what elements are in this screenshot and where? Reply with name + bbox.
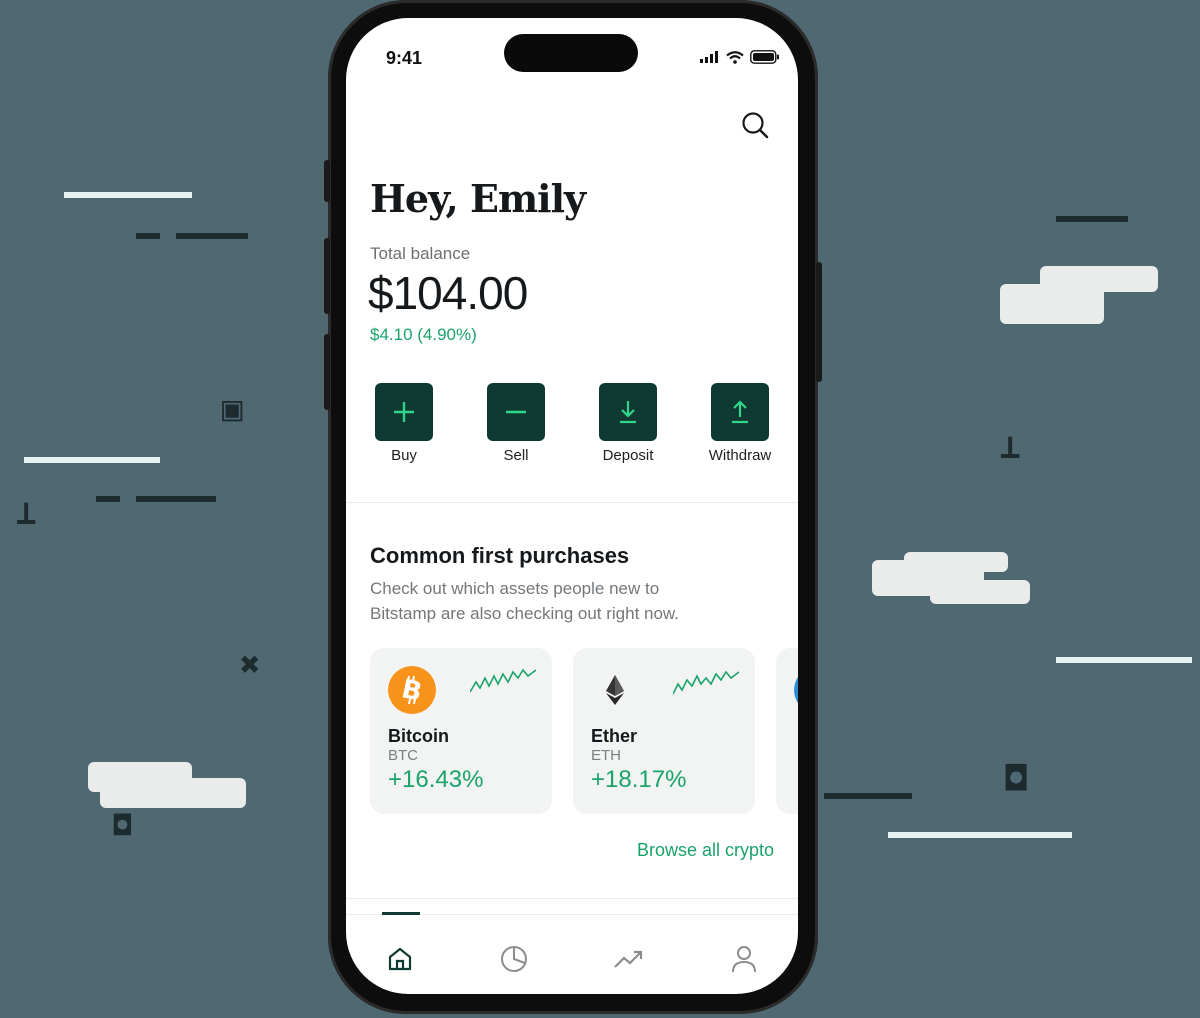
decor-glyph: ⊥ xyxy=(1000,427,1021,467)
balance-label: Total balance xyxy=(370,244,471,263)
power-button xyxy=(816,262,822,382)
asset-name: Bitcoin xyxy=(388,726,449,746)
decor-blob xyxy=(930,580,1030,604)
decor-line xyxy=(24,457,160,463)
minus-icon xyxy=(506,410,526,414)
signal-icon xyxy=(700,51,718,63)
asset-symbol: ETH xyxy=(591,747,621,764)
markets-icon xyxy=(614,950,643,968)
bitcoin-icon: B xyxy=(388,666,436,714)
decor-glyph: ✖ xyxy=(240,645,261,685)
asset-card-bitcoin[interactable]: B Bitcoin BTC +16.43% xyxy=(370,648,552,814)
phone-frame: 9:41 Hey, Emily Total balance $104.00 $4… xyxy=(324,0,822,1014)
ethereum-icon xyxy=(591,666,639,714)
decor-glyph: ⊥ xyxy=(16,493,37,533)
tab-markets[interactable] xyxy=(609,941,649,977)
quick-actions: Buy Sell Deposit Withdraw xyxy=(346,383,798,483)
balance-value: $104.00 xyxy=(368,267,528,319)
dynamic-island xyxy=(504,34,638,72)
decor-line xyxy=(888,832,1072,838)
tab-bar xyxy=(346,912,798,994)
sell-button[interactable]: Sell xyxy=(471,383,561,464)
deposit-button[interactable]: Deposit xyxy=(583,383,673,464)
tab-profile[interactable] xyxy=(724,941,764,977)
battery-icon xyxy=(750,50,779,64)
deposit-label: Deposit xyxy=(602,447,654,464)
decor-glyph: ◘ xyxy=(114,809,131,842)
sparkline-chart xyxy=(673,670,739,695)
active-tab-indicator xyxy=(382,912,420,915)
withdraw-label: Withdraw xyxy=(708,447,772,464)
section-divider xyxy=(346,502,798,503)
status-time: 9:41 xyxy=(386,48,423,68)
home-icon xyxy=(388,947,412,971)
asset-name: Ether xyxy=(591,726,638,746)
decor-blob xyxy=(1040,266,1158,292)
decor-line xyxy=(136,496,216,502)
balance-change: $4.10 (4.90%) xyxy=(370,325,477,344)
decor-glyph: ◘ xyxy=(1006,759,1027,799)
wifi-icon xyxy=(726,50,744,64)
volume-down-button xyxy=(324,334,330,410)
greeting-title: Hey, Emily xyxy=(370,176,586,221)
asset-symbol: BTC xyxy=(388,747,418,764)
bottom-divider xyxy=(346,898,798,899)
asset-change: +18.17% xyxy=(591,766,687,793)
browse-all-crypto-link[interactable]: Browse all crypto xyxy=(637,840,774,861)
section-title: Common first purchases xyxy=(370,543,630,568)
profile-icon xyxy=(732,946,756,973)
buy-button[interactable]: Buy xyxy=(359,383,449,464)
section-description: Check out which assets people new to Bit… xyxy=(370,579,679,623)
tab-home[interactable] xyxy=(380,941,420,977)
asset-card-partial[interactable] xyxy=(776,648,798,814)
arrow-down-icon xyxy=(620,401,636,424)
asset-change: +16.43% xyxy=(388,766,484,793)
decor-line xyxy=(1056,657,1192,663)
plus-icon xyxy=(394,402,414,422)
mute-switch xyxy=(324,160,330,202)
sell-label: Sell xyxy=(503,447,529,464)
decor-line xyxy=(824,793,912,799)
decor-line xyxy=(96,496,120,502)
app-screen: 9:41 Hey, Emily Total balance $104.00 $4… xyxy=(346,18,798,994)
withdraw-button[interactable]: Withdraw xyxy=(695,383,785,464)
search-button[interactable] xyxy=(740,110,770,140)
decor-blob xyxy=(904,552,1008,572)
decor-line xyxy=(1056,216,1128,222)
coin-icon xyxy=(794,676,798,704)
asset-card-ether[interactable]: Ether ETH +18.17% xyxy=(573,648,755,814)
decor-line xyxy=(176,233,248,239)
volume-up-button xyxy=(324,238,330,314)
decor-blob xyxy=(100,778,246,808)
buy-label: Buy xyxy=(391,447,417,464)
portfolio-icon xyxy=(501,946,527,972)
decor-line xyxy=(64,192,192,198)
decor-line xyxy=(136,233,160,239)
status-icons xyxy=(700,50,780,64)
sparkline-chart xyxy=(470,668,536,693)
decor-glyph: ▣ xyxy=(222,389,243,429)
tab-portfolio[interactable] xyxy=(494,941,534,977)
search-icon xyxy=(742,112,769,139)
arrow-up-icon xyxy=(732,400,748,424)
asset-cards: B Bitcoin BTC +16.43% Ether ETH +18.17% xyxy=(370,648,798,814)
